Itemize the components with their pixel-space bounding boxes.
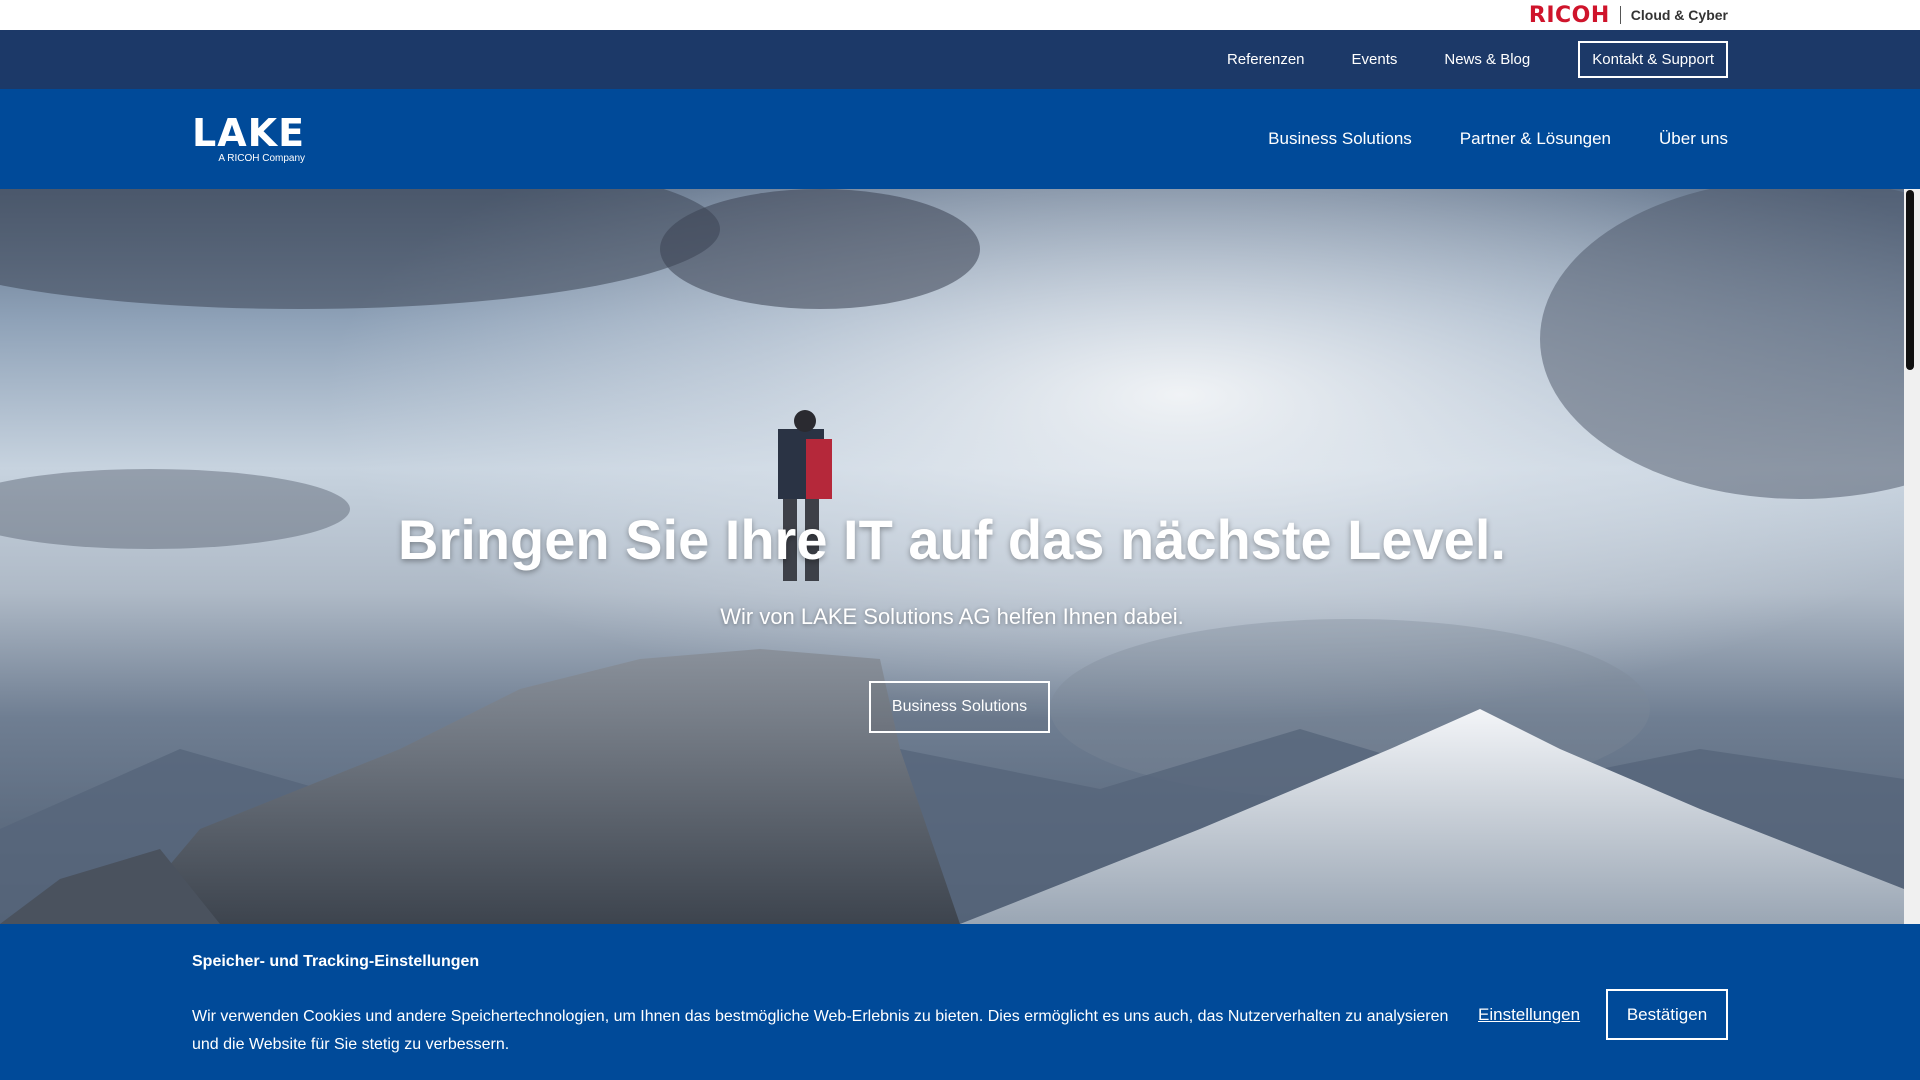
nav-link-news-blog[interactable]: News & Blog bbox=[1444, 51, 1530, 68]
contact-support-button[interactable]: Kontakt & Support bbox=[1578, 41, 1728, 78]
lake-logo-subtitle: A RICOH Company bbox=[218, 153, 306, 164]
nav-link-referenzen[interactable]: Referenzen bbox=[1227, 51, 1305, 68]
nav-item-ueber-uns[interactable]: Über uns bbox=[1659, 129, 1728, 149]
hero-subtitle: Wir von LAKE Solutions AG helfen Ihnen d… bbox=[720, 604, 1184, 629]
nav-item-business-solutions[interactable]: Business Solutions bbox=[1268, 129, 1412, 149]
lake-logo-text: LAKE bbox=[192, 111, 306, 155]
page-scrollbar-thumb[interactable] bbox=[1906, 190, 1914, 370]
utility-nav: Referenzen Events News & Blog Kontakt & … bbox=[1180, 41, 1728, 78]
cookie-settings-link[interactable]: Einstellungen bbox=[1478, 1005, 1580, 1025]
cookie-banner-text: Wir verwenden Cookies und andere Speiche… bbox=[192, 1008, 1449, 1053]
cookie-confirm-button[interactable]: Bestätigen bbox=[1606, 989, 1728, 1040]
hero-cta-button[interactable]: Business Solutions bbox=[869, 681, 1050, 733]
main-nav-bar: LAKE A RICOH Company Business Solutions … bbox=[0, 89, 1920, 189]
lake-logo[interactable]: LAKE A RICOH Company bbox=[192, 114, 305, 164]
brand-tagline: Cloud & Cyber bbox=[1630, 7, 1728, 23]
nav-item-partner-loesungen[interactable]: Partner & Lösungen bbox=[1460, 129, 1611, 149]
hero-title: Bringen Sie Ihre IT auf das nächste Leve… bbox=[398, 508, 1506, 571]
main-nav: Business Solutions Partner & Lösungen Üb… bbox=[1220, 129, 1728, 149]
brand-divider bbox=[1619, 6, 1621, 24]
hero-content: Bringen Sie Ihre IT auf das nächste Leve… bbox=[0, 189, 1904, 924]
brand-strip: RICOH Cloud & Cyber bbox=[0, 0, 1920, 30]
hero-section: Bringen Sie Ihre IT auf das nächste Leve… bbox=[0, 189, 1904, 924]
utility-nav-bar: Referenzen Events News & Blog Kontakt & … bbox=[0, 30, 1920, 89]
ricoh-logo: RICOH bbox=[1528, 2, 1610, 28]
ricoh-brand-link[interactable]: RICOH Cloud & Cyber bbox=[1529, 3, 1728, 28]
cookie-banner: Speicher- und Tracking-Einstellungen Wir… bbox=[0, 924, 1920, 1080]
cookie-banner-title: Speicher- und Tracking-Einstellungen bbox=[192, 953, 480, 970]
nav-link-events[interactable]: Events bbox=[1352, 51, 1398, 68]
